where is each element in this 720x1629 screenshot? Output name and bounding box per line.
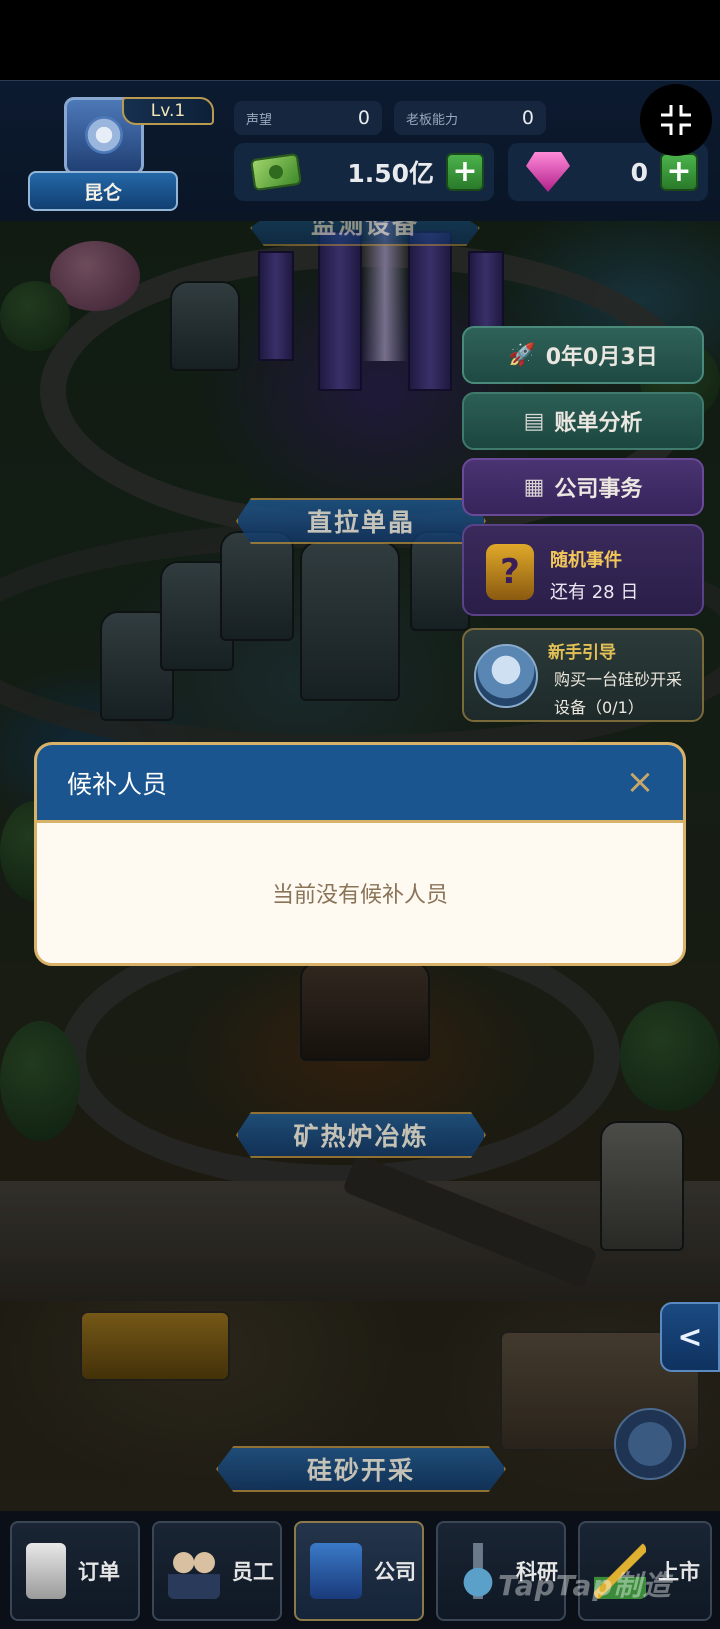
gem-amount: 0 (630, 157, 648, 187)
modal-empty-message: 当前没有候补人员 (271, 883, 448, 908)
zone-banner-crystal[interactable]: 直拉单晶 (236, 498, 486, 544)
company-badge[interactable]: Lv.1 昆仑 (22, 95, 214, 215)
close-icon[interactable]: × (623, 765, 657, 799)
bill-analysis-label: 账单分析 (554, 411, 643, 436)
boss-ability-chip[interactable]: 老板能力 0 (394, 101, 546, 135)
list-icon: ▤ (523, 408, 545, 434)
nav-staff-label: 员工 (232, 1560, 274, 1584)
reputation-label: 声望 (246, 112, 273, 128)
waitlist-modal: 候补人员 × 当前没有候补人员 (34, 742, 686, 966)
reputation-chip[interactable]: 声望 0 (234, 101, 382, 135)
random-event-title: 随机事件 (550, 550, 622, 571)
company-icon (310, 1543, 362, 1599)
guide-task-line1: 购买一台硅砂开采 (554, 670, 683, 689)
company-affairs-label: 公司事务 (554, 477, 643, 502)
watermark: TapTap制造 (498, 1569, 672, 1602)
add-gem-button[interactable]: + (660, 153, 698, 191)
nav-staff[interactable]: 员工 (152, 1521, 282, 1621)
zone-banner-mining[interactable]: 硅砂开采 (216, 1446, 506, 1492)
guide-avatar-icon (474, 644, 538, 708)
zone-banner-smelting[interactable]: 矿热炉冶炼 (236, 1112, 486, 1158)
nav-order[interactable]: 订单 (10, 1521, 140, 1621)
guide-title: 新手引导 (548, 643, 616, 663)
random-event-card[interactable]: ? 随机事件 还有 28 日 (462, 524, 704, 616)
question-icon: ? (486, 544, 534, 600)
date-text: 0年0月3日 (545, 345, 658, 370)
grid-icon: ▦ (523, 474, 545, 500)
guide-task-line2: 设备（0/1） (554, 698, 644, 717)
bill-analysis-button[interactable]: ▤ 账单分析 (462, 392, 704, 450)
random-event-countdown: 还有 28 日 (550, 582, 639, 603)
cash-amount: 1.50亿 (347, 159, 434, 188)
level-tag: Lv.1 (122, 97, 214, 125)
cash-icon (250, 152, 302, 192)
tutorial-guide-card[interactable]: 新手引导 购买一台硅砂开采 设备（0/1） (462, 628, 704, 722)
company-name: 昆仑 (28, 171, 178, 211)
nav-order-label: 订单 (78, 1560, 120, 1584)
game-screen: 监测设备 直拉单晶 矿热炉冶炼 硅砂开采 Lv.1 昆仑 声望 0 老板能力 0… (0, 0, 720, 1629)
nav-company[interactable]: 公司 (294, 1521, 424, 1621)
rocket-icon: 🚀 (508, 342, 536, 368)
boss-ability-value: 0 (521, 107, 534, 129)
exit-fullscreen-button[interactable] (640, 84, 712, 156)
reputation-value: 0 (357, 107, 370, 129)
order-icon (26, 1543, 66, 1599)
research-icon (452, 1543, 504, 1599)
boss-ability-label: 老板能力 (406, 112, 459, 128)
nav-company-label: 公司 (374, 1560, 416, 1584)
floating-action-icon[interactable] (614, 1408, 686, 1480)
collapse-panel-button[interactable]: < (660, 1302, 720, 1372)
company-affairs-button[interactable]: ▦ 公司事务 (462, 458, 704, 516)
gem-icon (526, 152, 570, 192)
collapse-icon (661, 105, 691, 135)
date-button[interactable]: 🚀 0年0月3日 (462, 326, 704, 384)
modal-header: 候补人员 (37, 745, 683, 823)
add-cash-button[interactable]: + (446, 153, 484, 191)
cash-chip: 1.50亿 + (234, 143, 494, 201)
staff-icon (168, 1543, 220, 1599)
modal-title: 候补人员 (67, 769, 168, 799)
top-hud: Lv.1 昆仑 声望 0 老板能力 0 1.50亿 + 0 + (0, 80, 720, 221)
